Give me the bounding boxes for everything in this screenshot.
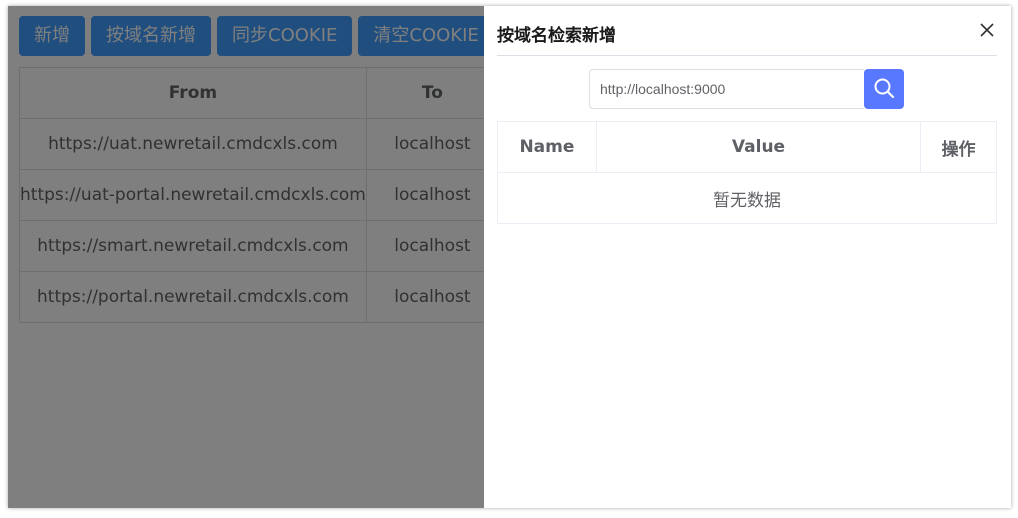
empty-text: 暂无数据 — [497, 172, 997, 224]
empty-row: 暂无数据 — [497, 172, 997, 224]
drawer-divider — [497, 55, 997, 56]
cookie-result-table: Name Value 操作 暂无数据 — [497, 121, 997, 224]
domain-search-input[interactable] — [589, 69, 864, 109]
app-window: 新增 按域名新增 同步COOKIE 清空COOKIE From To https… — [8, 6, 1011, 508]
column-header-actions: 操作 — [920, 121, 997, 173]
column-header-name: Name — [497, 121, 597, 173]
close-icon[interactable] — [980, 23, 994, 37]
search-button[interactable] — [864, 69, 904, 109]
add-by-domain-drawer: 按域名检索新增 Name Value — [484, 6, 1011, 508]
table-header-row: Name Value 操作 — [497, 121, 997, 173]
search-bar — [589, 69, 904, 109]
search-icon — [873, 77, 895, 102]
column-header-value: Value — [595, 121, 922, 173]
drawer-title: 按域名检索新增 — [497, 26, 616, 46]
